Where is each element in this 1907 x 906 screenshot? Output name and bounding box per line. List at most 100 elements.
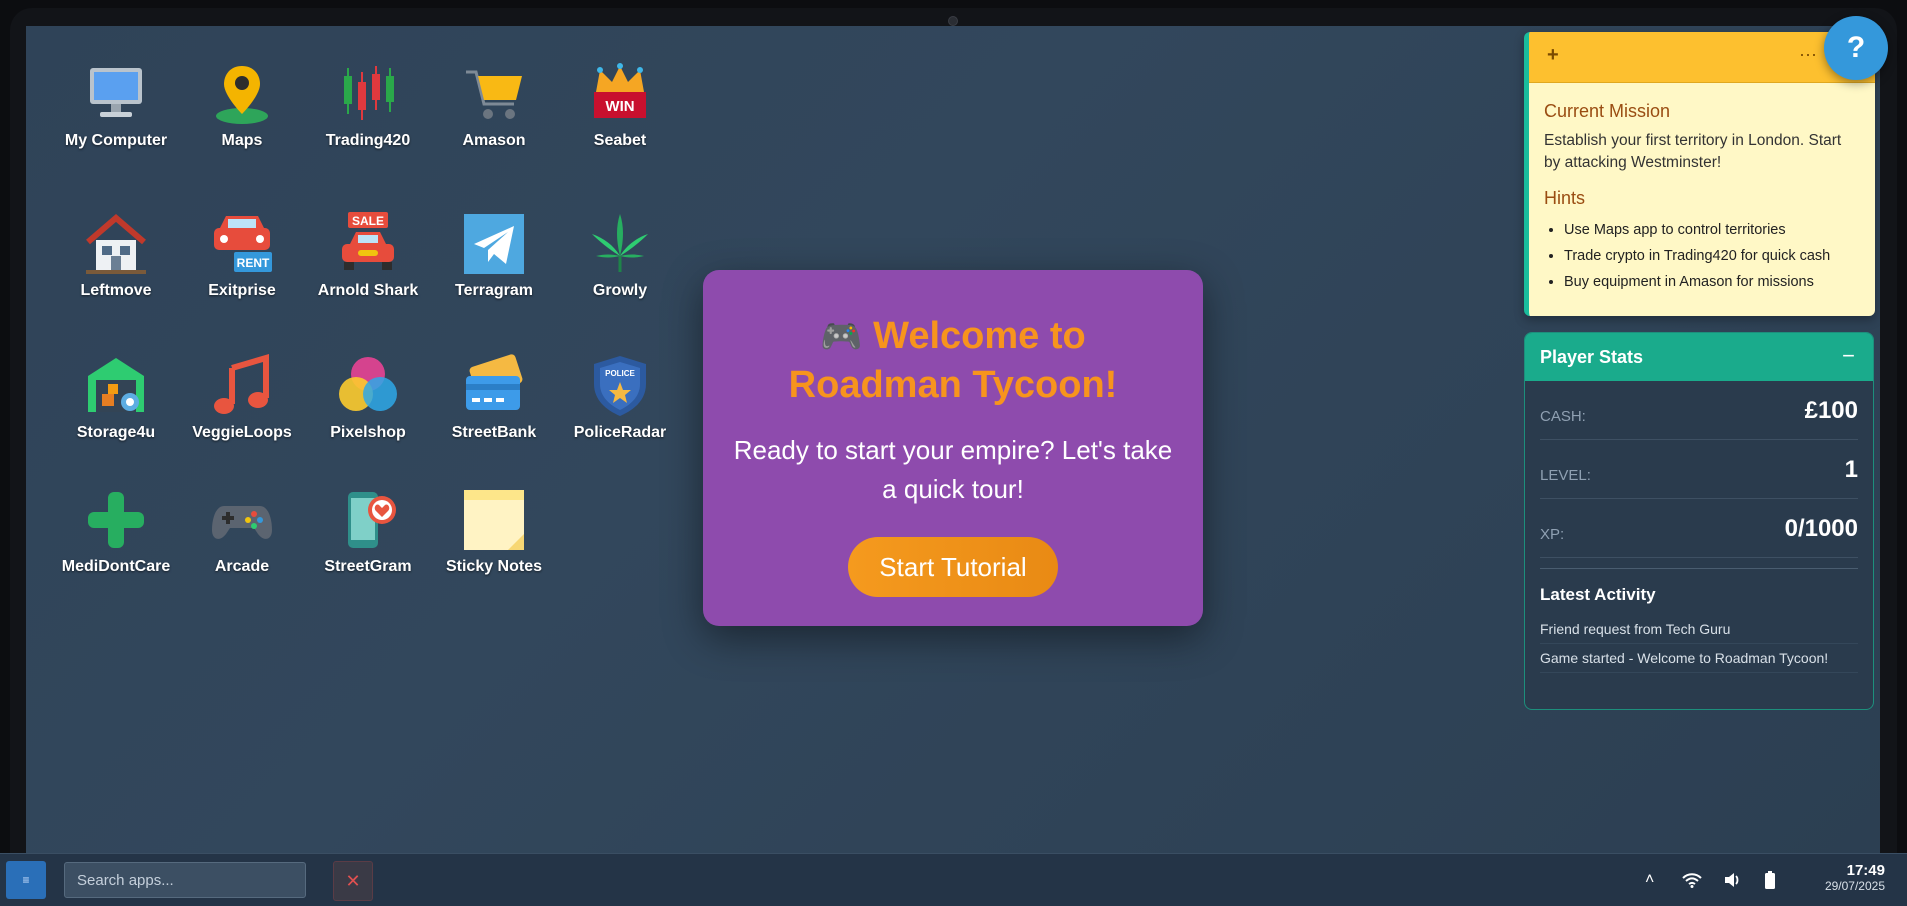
app-maps[interactable]: Maps (182, 62, 302, 162)
tray-chevron-icon[interactable]: ˄ (1645, 854, 1654, 906)
stat-row-cash: CASH: £100 (1540, 381, 1858, 440)
gamepad-icon: 🎮 (820, 318, 863, 356)
hints-heading: Hints (1544, 188, 1586, 208)
leaf-icon (592, 214, 648, 272)
credit-card-icon (466, 354, 523, 410)
police-badge-icon: POLICE (594, 356, 646, 416)
app-label: StreetGram (324, 558, 412, 575)
level-value: 1 (1844, 456, 1858, 483)
app-label: Seabet (593, 132, 647, 149)
clock-time: 17:49 (1846, 862, 1885, 879)
app-label: Growly (592, 282, 648, 299)
app-label: PoliceRadar (573, 424, 667, 441)
app-leftmove[interactable]: Leftmove (56, 212, 176, 312)
svg-text:WIN: WIN (605, 98, 634, 115)
desktop-screen: My Computer Maps Trading420 Amason WIN S… (26, 26, 1880, 854)
xp-label: XP: (1540, 526, 1565, 543)
player-stats-panel: Player Stats − CASH: £100 LEVEL: 1 XP: 0… (1524, 332, 1874, 710)
hint-item: Trade crypto in Trading420 for quick cas… (1564, 243, 1860, 269)
app-arcade[interactable]: Arcade (182, 488, 302, 588)
xp-value: 0/1000 (1784, 515, 1858, 542)
app-label: Storage4u (76, 424, 156, 441)
modal-subtitle: Ready to start your empire? Let's take a… (733, 435, 1173, 504)
latest-activity: Latest Activity Friend request from Tech… (1540, 568, 1858, 673)
paper-plane-icon (464, 214, 524, 274)
activity-item: Friend request from Tech Guru (1540, 615, 1858, 644)
app-policeradar[interactable]: POLICE PoliceRadar (560, 354, 680, 454)
map-pin-icon (216, 66, 268, 124)
app-label: Leftmove (80, 282, 152, 299)
app-medidontcare[interactable]: MediDontCare (56, 488, 176, 588)
svg-text:SALE: SALE (352, 214, 384, 228)
battery-icon[interactable] (1764, 854, 1776, 906)
help-button[interactable]: ? (1824, 16, 1888, 80)
more-options-icon[interactable]: ··· (1799, 44, 1817, 65)
app-streetbank[interactable]: StreetBank (434, 354, 554, 454)
app-veggieloops[interactable]: VeggieLoops (182, 354, 302, 454)
stat-row-xp: XP: 0/1000 (1540, 499, 1858, 558)
medical-cross-icon (88, 492, 144, 548)
stat-row-level: LEVEL: 1 (1540, 440, 1858, 499)
activity-item: Game started - Welcome to Roadman Tycoon… (1540, 644, 1858, 673)
modal-title: 🎮 Welcome to Roadman Tycoon! (733, 312, 1173, 409)
cash-label: CASH: (1540, 408, 1586, 425)
app-label: VeggieLoops (192, 424, 292, 441)
app-amason[interactable]: Amason (434, 62, 554, 162)
clock-date: 29/07/2025 (1824, 879, 1885, 893)
cash-value: £100 (1804, 397, 1858, 424)
app-label: Terragram (455, 282, 533, 299)
sale-car-icon: SALE (342, 212, 394, 270)
app-label: MediDontCare (61, 558, 171, 575)
app-arnold-shark[interactable]: SALE Arnold Shark (308, 212, 428, 312)
mission-heading: Current Mission (1544, 101, 1671, 121)
app-seabet[interactable]: WIN Seabet (560, 62, 680, 162)
wifi-icon[interactable] (1682, 854, 1702, 906)
app-storage4u[interactable]: Storage4u (56, 354, 176, 454)
mission-text: Establish your first territory in London… (1544, 132, 1842, 171)
add-note-button[interactable]: + (1547, 44, 1559, 67)
activity-heading: Latest Activity (1540, 585, 1656, 604)
phone-heart-icon (348, 492, 396, 548)
house-icon (86, 214, 146, 274)
svg-text:POLICE: POLICE (605, 369, 635, 378)
welcome-modal: 🎮 Welcome to Roadman Tycoon! Ready to st… (703, 270, 1203, 626)
app-label: Sticky Notes (445, 558, 543, 575)
rent-car-icon: RENT (214, 216, 272, 272)
app-trading420[interactable]: Trading420 (308, 62, 428, 162)
shopping-cart-icon (466, 70, 522, 119)
music-note-icon (214, 354, 269, 414)
app-streetgram[interactable]: StreetGram (308, 488, 428, 588)
start-button[interactable]: ≡ (6, 861, 46, 899)
level-label: LEVEL: (1540, 467, 1591, 484)
svg-text:RENT: RENT (237, 256, 270, 270)
warehouse-icon (88, 358, 144, 412)
app-label: My Computer (64, 132, 168, 149)
start-tutorial-button[interactable]: Start Tutorial (848, 537, 1058, 597)
system-clock[interactable]: 17:49 29/07/2025 (1795, 862, 1885, 893)
app-sticky-notes[interactable]: Sticky Notes (434, 488, 554, 588)
app-my-computer[interactable]: My Computer (56, 62, 176, 162)
player-stats-title: Player Stats (1540, 347, 1644, 367)
app-label: Maps (221, 132, 263, 149)
app-growly[interactable]: Growly (560, 212, 680, 312)
sticky-note-header: + ··· (1529, 32, 1875, 83)
app-pixelshop[interactable]: Pixelshop (308, 354, 428, 454)
hint-item: Buy equipment in Amason for missions (1564, 269, 1860, 295)
app-label: Arnold Shark (317, 282, 419, 299)
close-button[interactable]: ✕ (333, 861, 373, 901)
app-label: Amason (462, 132, 526, 149)
search-apps-input[interactable] (64, 862, 306, 898)
volume-icon[interactable] (1724, 854, 1742, 906)
app-terragram[interactable]: Terragram (434, 212, 554, 312)
webcam (948, 16, 958, 26)
gamepad-icon (212, 506, 272, 539)
sticky-note-widget: + ··· Current Mission Establish your fir… (1524, 32, 1875, 316)
crown-win-icon: WIN (594, 63, 646, 118)
player-stats-header: Player Stats − (1525, 333, 1873, 381)
app-label: Arcade (214, 558, 270, 575)
computer-icon (90, 68, 142, 117)
minimize-button[interactable]: − (1842, 343, 1855, 369)
hint-item: Use Maps app to control territories (1564, 217, 1860, 243)
app-label: StreetBank (451, 424, 537, 441)
app-exitprise[interactable]: RENT Exitprise (182, 212, 302, 312)
